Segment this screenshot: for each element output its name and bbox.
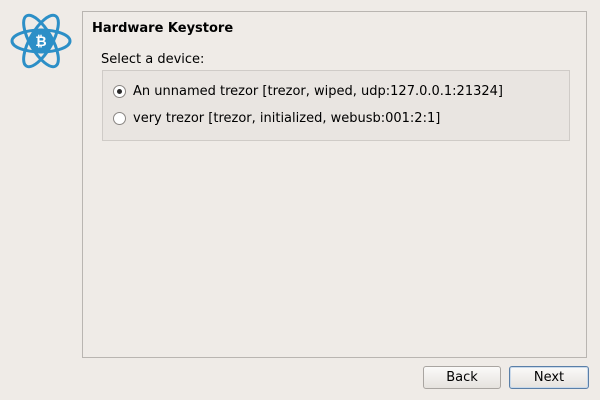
device-list: An unnamed trezor [trezor, wiped, udp:12…: [102, 70, 570, 141]
radio-button-unselected[interactable]: [113, 111, 126, 125]
electrum-logo-icon: ₿: [10, 13, 72, 69]
device-option-label: very trezor [trezor, initialized, webusb…: [133, 110, 441, 126]
back-button[interactable]: Back: [423, 366, 501, 389]
select-device-label: Select a device:: [101, 52, 205, 67]
svg-text:₿: ₿: [35, 34, 46, 50]
device-option-very-trezor[interactable]: very trezor [trezor, initialized, webusb…: [113, 109, 440, 127]
content-panel: Hardware Keystore Select a device: An un…: [82, 11, 587, 358]
next-button[interactable]: Next: [509, 366, 589, 389]
page-title: Hardware Keystore: [92, 21, 234, 36]
device-option-label: An unnamed trezor [trezor, wiped, udp:12…: [133, 83, 503, 99]
device-option-unnamed-trezor[interactable]: An unnamed trezor [trezor, wiped, udp:12…: [113, 82, 503, 100]
radio-button-selected[interactable]: [113, 84, 126, 98]
